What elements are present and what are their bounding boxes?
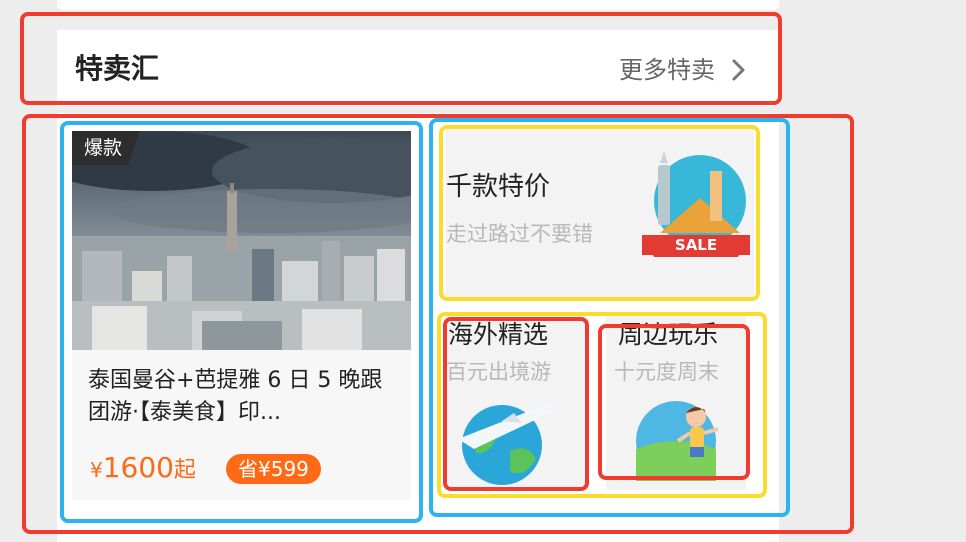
airplane-globe-icon [458, 403, 554, 485]
promo-card-special-price[interactable]: 千款特价 走过路过不要错 SALE [446, 129, 754, 297]
promo-subtitle: 十元度周末 [614, 360, 719, 384]
price-value: 1600 [102, 451, 174, 484]
statue-of-liberty-sale-icon: SALE [642, 151, 750, 257]
promo-title: 周边玩乐 [618, 320, 719, 349]
price-suffix: 起 [174, 458, 197, 483]
more-deals-link[interactable]: 更多特卖 [619, 52, 751, 88]
promo-subtitle: 走过路过不要错 [446, 222, 593, 246]
promo-subtitle: 百元出境游 [446, 360, 551, 384]
section-title: 特卖汇 [75, 52, 160, 85]
promo-title: 海外精选 [448, 320, 549, 349]
svg-text:SALE: SALE [675, 236, 717, 254]
more-deals-label: 更多特卖 [619, 56, 715, 84]
promo-card-overseas[interactable]: 海外精选 百元出境游 [446, 315, 586, 490]
running-girl-icon [636, 401, 719, 481]
promo-title: 千款特价 [446, 172, 551, 202]
discount-badge: 省¥599 [226, 454, 321, 484]
product-title: 泰国曼谷+芭提雅 6 日 5 晚跟团游·【泰美食】印... [88, 368, 383, 425]
chevron-right-icon [732, 59, 745, 81]
product-price: ¥1600起 [90, 451, 196, 484]
previous-section-strip [57, 0, 779, 10]
promo-card-nearby[interactable]: 周边玩乐 十元度周末 [606, 315, 746, 490]
price-currency: ¥ [90, 458, 103, 482]
featured-product-card[interactable]: 爆款 泰国曼谷+芭提雅 6 日 5 晚跟团游·【泰美食】印... ¥1600起 … [72, 131, 411, 500]
